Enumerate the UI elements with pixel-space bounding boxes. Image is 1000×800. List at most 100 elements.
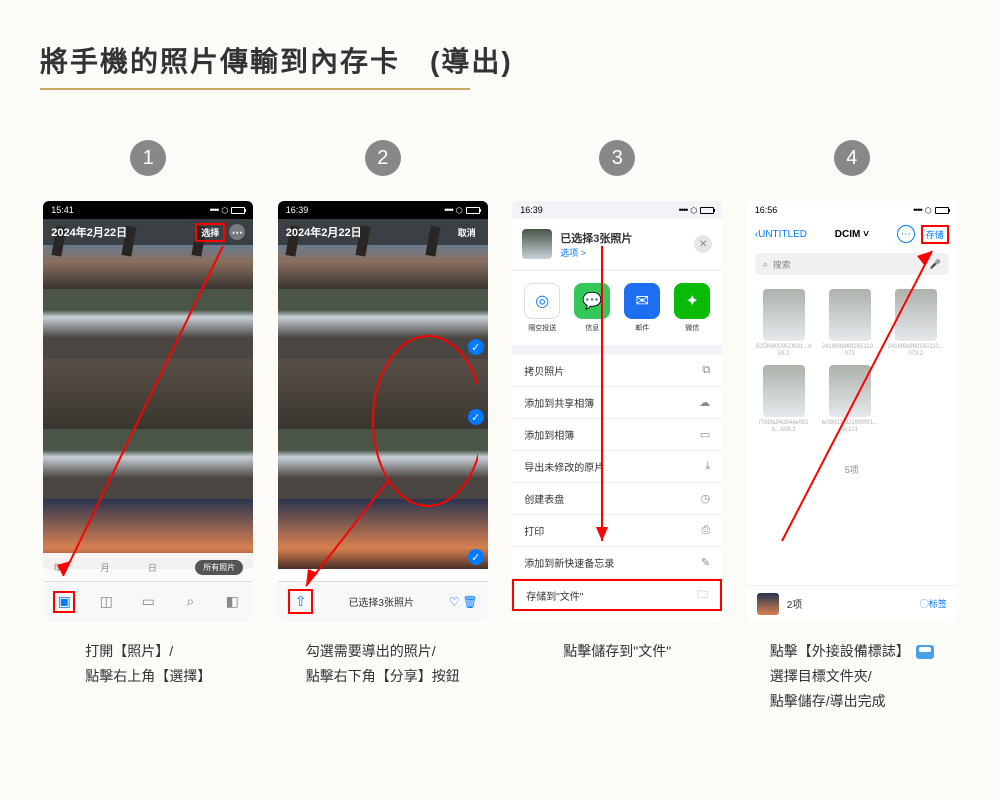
foryou-tab-icon[interactable]: ◫ xyxy=(95,591,117,613)
step-1: 1 15:41 2024年2月22日 选择 ⋯ xyxy=(40,140,257,719)
photo-thumb[interactable] xyxy=(183,289,253,359)
watchface-action[interactable]: 创建表盘◷ xyxy=(512,483,722,515)
export-original-action[interactable]: 导出未修改的原片⤓ xyxy=(512,451,722,483)
photo-thumb[interactable] xyxy=(43,359,113,429)
photo-thumb[interactable] xyxy=(183,429,253,499)
library-tab-icon[interactable]: ▣ xyxy=(53,591,75,613)
trash-icon[interactable]: 🗑 xyxy=(463,595,478,609)
nav-title[interactable]: DCIM ˅ xyxy=(813,229,891,240)
check-icon: ✓ xyxy=(468,549,484,565)
albums-tab-icon[interactable]: ▭ xyxy=(137,591,159,613)
photo-thumb[interactable] xyxy=(348,359,418,429)
steps-row: 1 15:41 2024年2月22日 选择 ⋯ xyxy=(40,140,960,719)
scrubber-month[interactable]: 月 xyxy=(101,561,110,574)
photo-thumb[interactable] xyxy=(418,429,488,499)
file-grid: B25f0400951f6d1...b58.2 2416f6b8f6f16511… xyxy=(747,279,957,443)
signal-icon xyxy=(679,205,688,215)
mail-app[interactable]: ✉邮件 xyxy=(624,283,660,333)
search-tab-icon[interactable]: ⌕ xyxy=(179,591,201,613)
mail-icon: ✉ xyxy=(624,283,660,319)
photo-thumb[interactable]: ✓ xyxy=(418,359,488,429)
photo-thumb[interactable] xyxy=(278,359,348,429)
check-icon: ✓ xyxy=(468,339,484,355)
more-button[interactable]: ⋯ xyxy=(897,225,915,243)
favorite-icon[interactable]: ♡ xyxy=(449,595,460,609)
battery-icon xyxy=(466,207,480,214)
photos-date: 2024年2月22日 xyxy=(51,224,127,240)
list-label: 添加到新快速备忘录 xyxy=(524,555,614,570)
album-icon: ▭ xyxy=(700,428,710,441)
file-item[interactable]: 2416f6b8f6f165110...073 xyxy=(821,289,879,357)
step-3: 3 16:39 已选择3张照片 选项 > ✕ ◎隔空投送 💬信息 ✉邮件 ✦微信 xyxy=(509,140,726,719)
cancel-button[interactable]: 取消 xyxy=(454,225,480,240)
copy-icon: ⧉ xyxy=(702,364,710,377)
status-time: 15:41 xyxy=(51,205,74,215)
photo-thumb[interactable] xyxy=(278,429,348,499)
save-button[interactable]: 存储 xyxy=(921,225,949,244)
photo-thumb[interactable] xyxy=(348,289,418,359)
file-item[interactable]: B25f0400951f6d1...b58.2 xyxy=(755,289,813,357)
shared-album-action[interactable]: 添加到共享相簿☁ xyxy=(512,387,722,419)
airdrop-app[interactable]: ◎隔空投送 xyxy=(524,283,560,333)
scrubber-all[interactable]: 所有照片 xyxy=(195,560,243,575)
photo-thumb[interactable] xyxy=(113,289,183,359)
photo-thumb[interactable]: ✓ xyxy=(418,289,488,359)
copy-photos-action[interactable]: 拷贝照片 ⧉ xyxy=(512,355,722,387)
messages-app[interactable]: 💬信息 xyxy=(574,283,610,333)
shihuo-action[interactable]: 识货 APP 拍照搜◉ xyxy=(512,611,722,621)
mic-icon[interactable] xyxy=(930,259,941,270)
more-icon[interactable]: ⋯ xyxy=(229,224,245,240)
external-drive-icon xyxy=(916,645,934,659)
phone-3: 16:39 已选择3张照片 选项 > ✕ ◎隔空投送 💬信息 ✉邮件 ✦微信 拷… xyxy=(512,201,722,621)
photo-thumb[interactable] xyxy=(348,429,418,499)
date-scrubber[interactable]: 年 月 日 所有照片 xyxy=(43,553,253,581)
photo-grid[interactable]: ✓ ✓ ✓ xyxy=(278,219,488,581)
list-label: 拷贝照片 xyxy=(524,363,564,378)
photo-thumb[interactable] xyxy=(348,499,418,569)
airdrop-icon: ◎ xyxy=(524,283,560,319)
status-bar: 16:39 xyxy=(278,201,488,219)
sheet-title: 已选择3张照片 xyxy=(560,230,632,246)
wechat-app[interactable]: ✦微信 xyxy=(674,283,710,333)
photo-thumb[interactable] xyxy=(183,359,253,429)
step-4: 4 16:56 ‹ UNTITLED DCIM ˅ ⋯ 存储 ⌕ 搜索 B25f… xyxy=(744,140,961,719)
photo-thumb[interactable] xyxy=(113,359,183,429)
check-icon: ✓ xyxy=(468,409,484,425)
photo-thumb[interactable]: ✓ xyxy=(418,499,488,569)
share-icon[interactable]: ⇧ xyxy=(288,589,314,614)
phone-2: 16:39 2024年2月22日 取消 ✓ ✓ xyxy=(278,201,488,621)
sheet-options-link[interactable]: 选项 > xyxy=(560,246,632,259)
status-bar: 15:41 xyxy=(43,201,253,219)
photo-grid[interactable] xyxy=(43,219,253,581)
search-field[interactable]: ⌕ 搜索 xyxy=(755,253,949,275)
add-album-action[interactable]: 添加到相簿▭ xyxy=(512,419,722,451)
status-time: 16:39 xyxy=(286,205,309,215)
pending-files-bar: 2项 ◯标签 xyxy=(747,585,957,621)
back-button[interactable]: ‹ UNTITLED xyxy=(755,229,807,240)
photos-date: 2024年2月22日 xyxy=(286,224,362,240)
status-time: 16:39 xyxy=(520,205,543,215)
quicknote-action[interactable]: 添加到新快速备忘录✎ xyxy=(512,547,722,579)
photo-thumb[interactable] xyxy=(43,289,113,359)
photo-thumb[interactable] xyxy=(43,429,113,499)
file-item[interactable]: fe09d13f3216f0ff91...5c101 xyxy=(821,365,879,433)
sheet-thumb xyxy=(522,229,552,259)
status-bar: 16:56 xyxy=(747,201,957,219)
select-button[interactable]: 选择 xyxy=(195,223,225,242)
file-item[interactable]: f765fa94d54xe091b...A08.2 xyxy=(755,365,813,433)
scrubber-day[interactable]: 日 xyxy=(148,561,157,574)
close-icon[interactable]: ✕ xyxy=(694,235,712,253)
photos-header: 2024年2月22日 选择 ⋯ xyxy=(43,219,253,245)
file-item[interactable]: 2416f6b8f6f165110...073.2 xyxy=(887,289,945,357)
scrubber-year[interactable]: 年 xyxy=(53,561,62,574)
step-caption-3: 點擊儲存到"文件" xyxy=(563,639,671,719)
photo-thumb[interactable] xyxy=(113,429,183,499)
import-tab-icon[interactable]: ◧ xyxy=(221,591,243,613)
photo-thumb[interactable] xyxy=(278,289,348,359)
list-label: 创建表盘 xyxy=(524,491,564,506)
print-action[interactable]: 打印⎙ xyxy=(512,515,722,547)
save-to-files-action[interactable]: 存储到"文件"🗀 xyxy=(512,579,722,611)
photo-thumb[interactable] xyxy=(278,499,348,569)
tag-button[interactable]: ◯标签 xyxy=(920,597,947,610)
phone-1: 15:41 2024年2月22日 选择 ⋯ xyxy=(43,201,253,621)
